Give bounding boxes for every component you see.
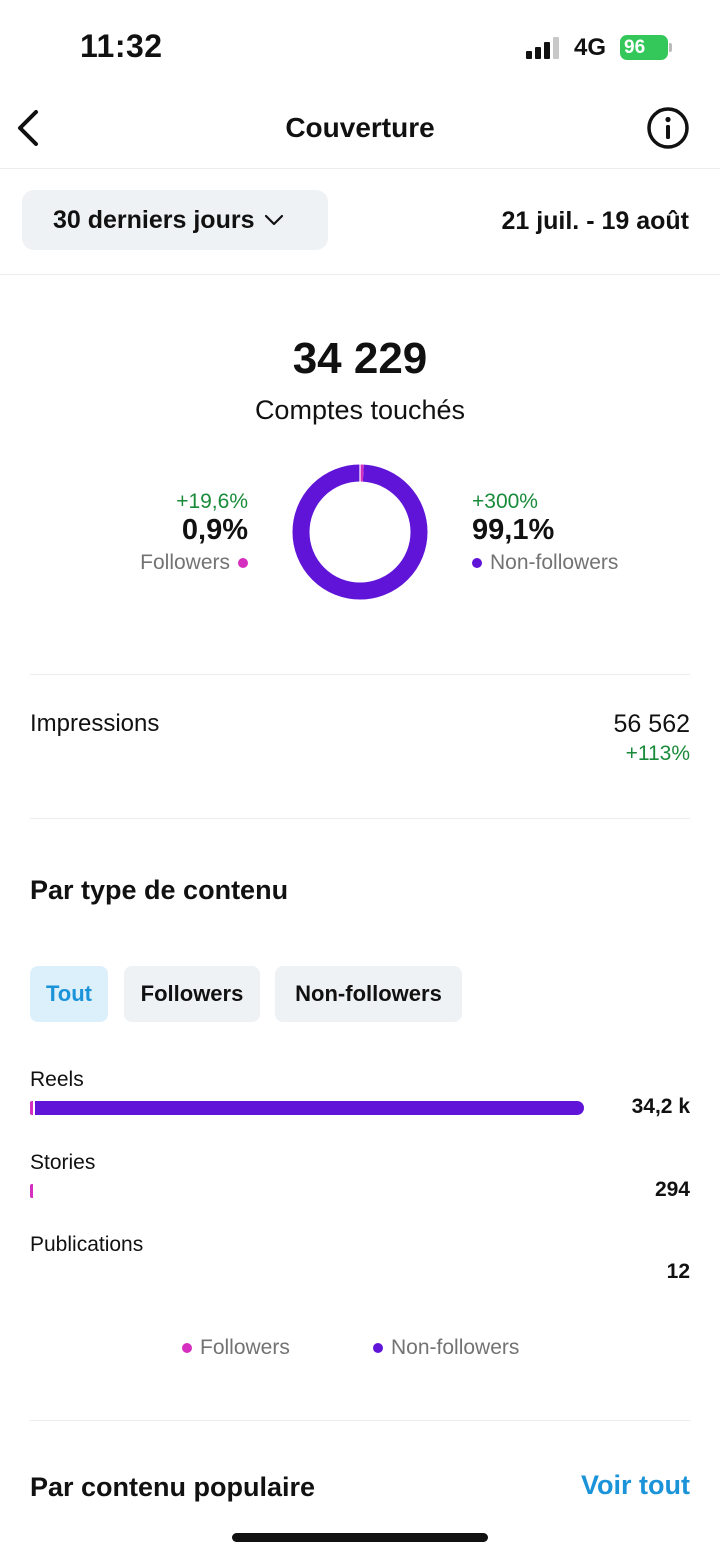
followers-dot bbox=[238, 558, 248, 568]
date-range-selector[interactable]: 30 derniers jours bbox=[22, 190, 328, 250]
accounts-reached-total: 34 229 bbox=[292, 334, 428, 383]
filter-tab-followers[interactable]: Followers bbox=[124, 966, 260, 1022]
followers-percent: 0,9% bbox=[181, 514, 248, 546]
impressions-change: +113% bbox=[625, 742, 690, 765]
filter-tab-all[interactable]: Tout bbox=[30, 966, 108, 1022]
info-circle-icon bbox=[647, 107, 689, 149]
battery-level: 96 bbox=[624, 37, 646, 58]
legend-followers-label: Followers bbox=[200, 1336, 290, 1359]
reach-donut-chart bbox=[292, 464, 428, 600]
non-followers-percent: 99,1% bbox=[472, 514, 555, 546]
impressions-value: 56 562 bbox=[613, 710, 690, 738]
non-followers-dot bbox=[472, 558, 482, 568]
content-type-title: Par type de contenu bbox=[30, 875, 289, 905]
followers-change: +19,6% bbox=[176, 490, 248, 513]
header-divider bbox=[0, 168, 720, 169]
followers-dot bbox=[182, 1343, 192, 1353]
popular-content-title: Par contenu populaire bbox=[30, 1472, 316, 1502]
non-followers-dot bbox=[373, 1343, 383, 1353]
section-divider bbox=[30, 818, 690, 819]
info-button[interactable] bbox=[646, 106, 690, 150]
content-row-label-stories: Stories bbox=[30, 1151, 96, 1174]
battery-tip bbox=[669, 43, 672, 52]
chevron-down-icon bbox=[265, 214, 284, 226]
non-followers-change: +300% bbox=[472, 490, 538, 513]
bar-non-followers-segment bbox=[35, 1101, 584, 1115]
date-range-text: 21 juil. - 19 août bbox=[501, 207, 689, 235]
content-row-value-reels: 34,2 k bbox=[631, 1095, 690, 1118]
filter-tab-non-followers[interactable]: Non-followers bbox=[275, 966, 462, 1022]
signal-icon bbox=[526, 37, 562, 59]
bar-followers-segment bbox=[30, 1101, 33, 1115]
content-row-value-stories: 294 bbox=[654, 1178, 690, 1201]
non-followers-legend-label: Non-followers bbox=[490, 551, 619, 574]
status-time: 11:32 bbox=[80, 28, 163, 64]
legend-non-followers: Non-followers bbox=[373, 1336, 519, 1360]
legend-followers: Followers bbox=[182, 1336, 290, 1360]
content-row-label-publications: Publications bbox=[30, 1233, 144, 1256]
impressions-label: Impressions bbox=[30, 710, 160, 737]
range-divider bbox=[0, 274, 720, 275]
donut-non-followers-segment bbox=[292, 464, 428, 600]
followers-legend: Followers bbox=[140, 551, 248, 575]
bar-followers-segment bbox=[30, 1184, 33, 1198]
network-type: 4G bbox=[574, 34, 607, 61]
non-followers-legend: Non-followers bbox=[472, 551, 618, 575]
date-range-selector-label: 30 derniers jours bbox=[53, 205, 255, 234]
section-divider bbox=[30, 674, 690, 675]
content-row-label-reels: Reels bbox=[30, 1068, 84, 1091]
battery-icon: 96 bbox=[620, 35, 668, 60]
page-title: Couverture bbox=[285, 112, 435, 143]
legend-non-followers-label: Non-followers bbox=[391, 1336, 520, 1359]
home-indicator[interactable] bbox=[232, 1533, 488, 1542]
accounts-reached-label: Comptes touchés bbox=[254, 395, 466, 425]
content-row-value-publications: 12 bbox=[666, 1260, 690, 1283]
followers-legend-label: Followers bbox=[140, 551, 230, 574]
see-all-link[interactable]: Voir tout bbox=[581, 1470, 690, 1501]
section-divider bbox=[30, 1420, 690, 1421]
